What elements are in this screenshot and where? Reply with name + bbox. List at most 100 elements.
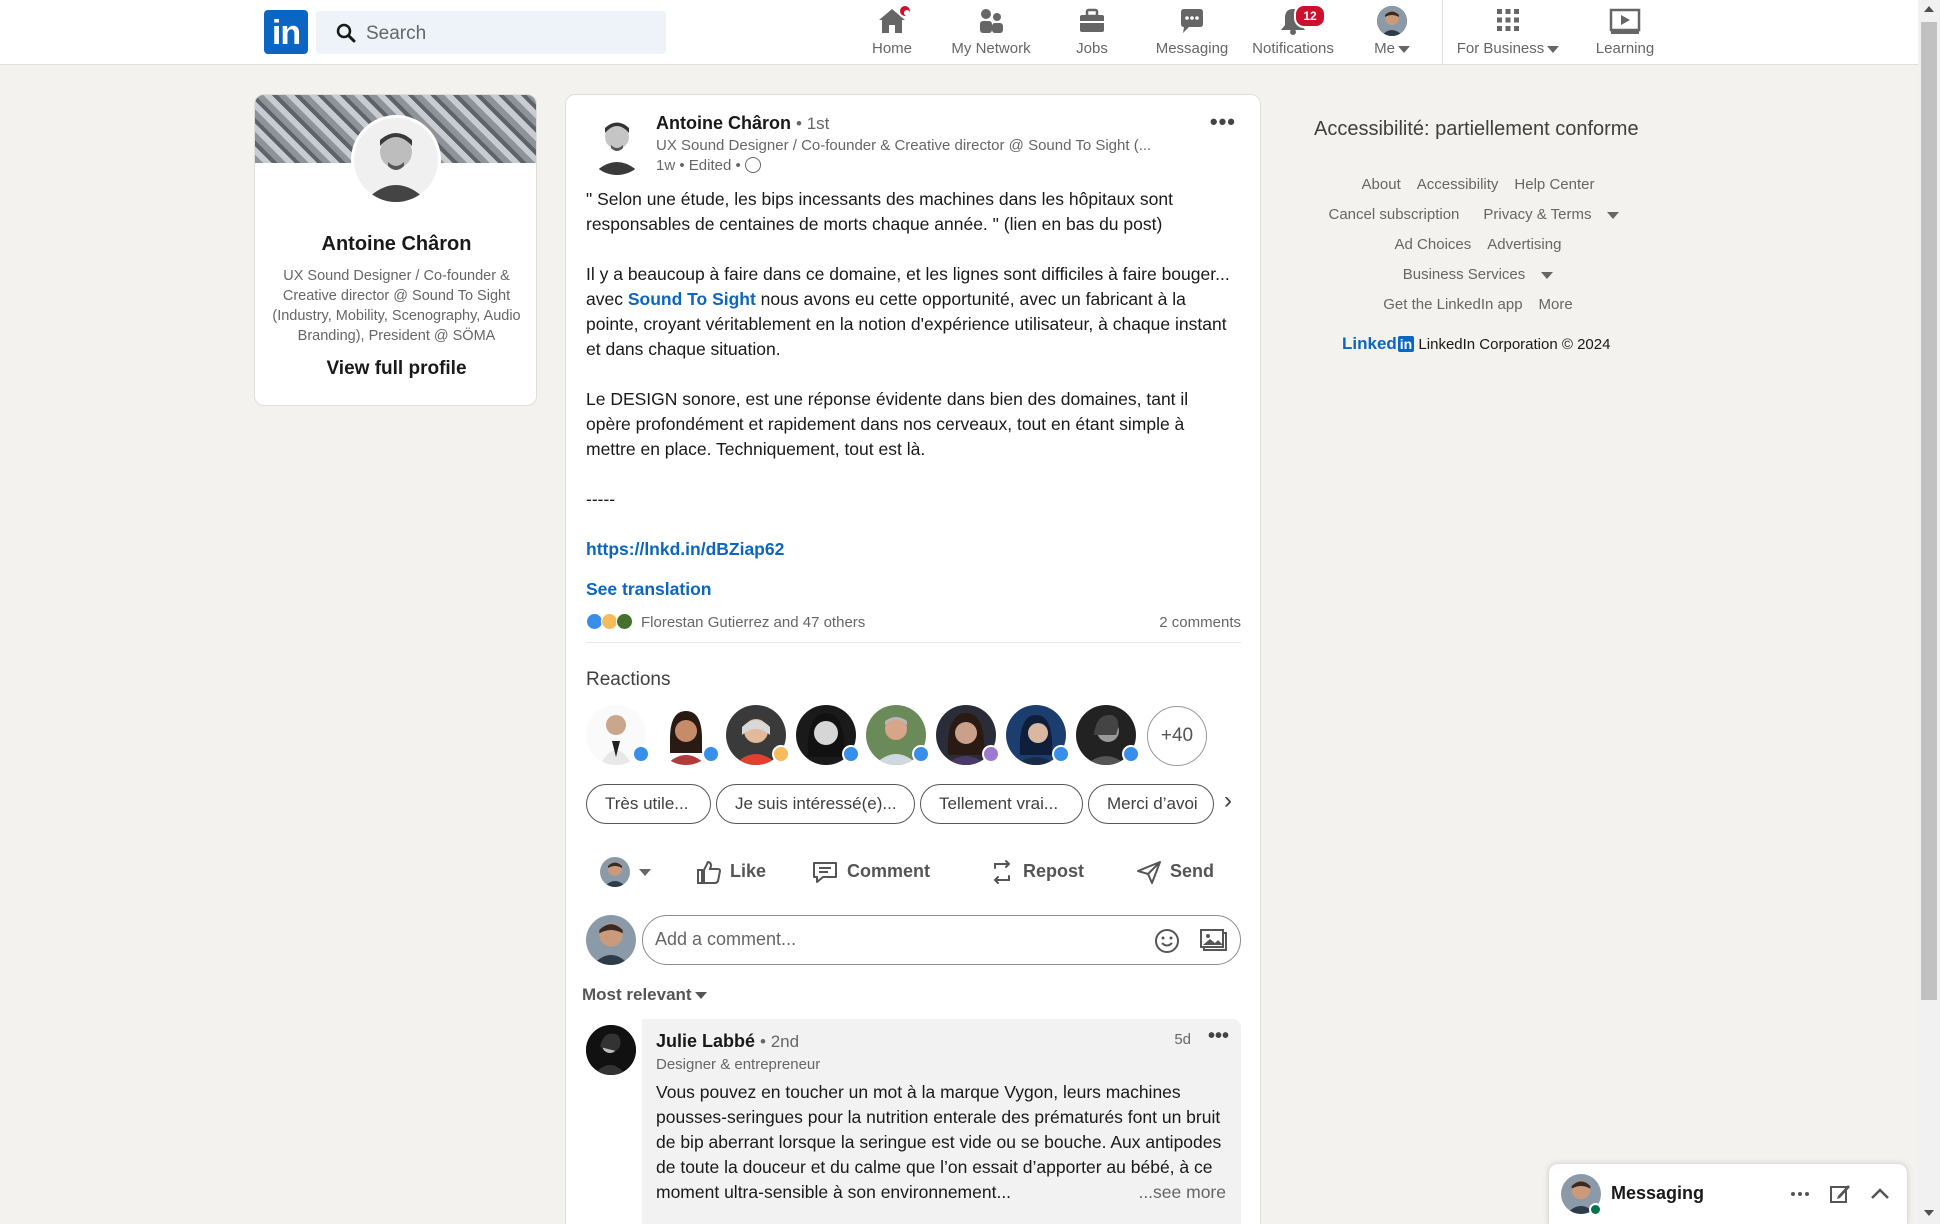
- add-comment-input[interactable]: Add a comment...: [642, 915, 1241, 965]
- nav-label: My Network: [951, 40, 1031, 57]
- linkedin-wordmark-logo: Linked in: [1342, 334, 1415, 353]
- footer-link-cancel-subscription[interactable]: Cancel subscription: [1329, 206, 1460, 223]
- post-paragraph: Il y a beaucoup à faire dans ce domaine,…: [586, 264, 1230, 359]
- emoji-icon[interactable]: [1154, 928, 1180, 954]
- send-icon: [1137, 861, 1161, 885]
- footer-link-privacy-terms[interactable]: Privacy & Terms: [1475, 206, 1627, 223]
- nav-label: For Business: [1456, 40, 1545, 57]
- post-card: Antoine Châron • 1st UX Sound Designer /…: [565, 94, 1261, 1224]
- nav-notifications[interactable]: 12 Notifications: [1250, 4, 1336, 60]
- profile-avatar[interactable]: [351, 115, 441, 205]
- nav-jobs[interactable]: Jobs: [1062, 6, 1122, 60]
- post-paragraph: " Selon une étude, les bips incessants d…: [586, 189, 1173, 234]
- top-navigation: in Search Home My Network Jobs Messaging…: [0, 0, 1918, 65]
- suggested-comment-chip[interactable]: Tellement vrai...: [920, 784, 1083, 824]
- commenter-avatar: [586, 915, 636, 965]
- comment-bubble: Julie Labbé • 2nd Designer & entrepreneu…: [642, 1019, 1241, 1224]
- nav-label: Home: [871, 40, 912, 57]
- chevron-down-icon: [1397, 45, 1410, 53]
- nav-label: Me: [1374, 40, 1395, 57]
- suggested-comment-chip[interactable]: Merci d’avoi: [1088, 784, 1214, 824]
- search-icon: [336, 23, 356, 43]
- see-more-link[interactable]: ...see more: [1138, 1180, 1226, 1205]
- see-translation-link[interactable]: See translation: [586, 579, 711, 600]
- reactions-heading: Reactions: [586, 669, 671, 690]
- scroll-down-arrow[interactable]: [1924, 1210, 1934, 1216]
- chevron-down-icon: [1547, 45, 1560, 53]
- comment-author-avatar[interactable]: [586, 1025, 636, 1075]
- connection-degree: • 2nd: [760, 1032, 800, 1051]
- comment-author-name[interactable]: Julie Labbé: [656, 1031, 755, 1051]
- suggested-comment-chip[interactable]: Très utile...: [586, 784, 711, 824]
- footer-link-ad-choices[interactable]: Ad Choices: [1395, 236, 1472, 253]
- footer-link-about[interactable]: About: [1362, 176, 1401, 193]
- briefcase-icon: [1080, 8, 1104, 32]
- like-button[interactable]: Like: [696, 845, 766, 897]
- image-icon[interactable]: [1200, 928, 1228, 954]
- comment-button[interactable]: Comment: [811, 845, 930, 897]
- view-full-profile-link[interactable]: View full profile: [255, 358, 536, 380]
- more-options-icon[interactable]: •••: [1210, 109, 1236, 135]
- comment-timestamp: 5d: [1174, 1031, 1191, 1048]
- footer-link-get-app[interactable]: Get the LinkedIn app: [1383, 296, 1522, 313]
- more-reactions-button[interactable]: +40: [1147, 706, 1207, 766]
- footer-link-accessibility[interactable]: Accessibility: [1417, 176, 1499, 193]
- scrollbar-thumb[interactable]: [1921, 22, 1937, 1000]
- chevron-down-icon[interactable]: [639, 869, 651, 876]
- chevron-down-icon: [1607, 211, 1620, 219]
- nav-for-business[interactable]: For Business: [1456, 6, 1560, 60]
- more-options-icon[interactable]: [1789, 1182, 1811, 1206]
- comments-count[interactable]: 2 comments: [1159, 614, 1241, 631]
- messaging-overlay[interactable]: Messaging: [1548, 1163, 1908, 1224]
- chevron-down-icon: [694, 992, 707, 1000]
- linkedin-logo[interactable]: in: [264, 10, 308, 54]
- reaction-icons[interactable]: [586, 613, 634, 634]
- search-placeholder: Search: [366, 23, 427, 44]
- nav-label: Notifications: [1252, 40, 1334, 57]
- footer-link-advertising[interactable]: Advertising: [1487, 236, 1561, 253]
- repost-icon: [993, 860, 1011, 885]
- messaging-label: Messaging: [1611, 1183, 1705, 1203]
- chevron-up-icon[interactable]: [1869, 1182, 1891, 1206]
- nav-my-network[interactable]: My Network: [946, 6, 1036, 60]
- nav-learning[interactable]: Learning: [1590, 6, 1660, 60]
- like-reaction-icon: [702, 745, 720, 763]
- profile-card: Antoine Châron UX Sound Designer / Co-fo…: [254, 94, 537, 406]
- send-button[interactable]: Send: [1136, 845, 1214, 897]
- scroll-up-arrow[interactable]: [1924, 6, 1934, 12]
- comment-icon: [813, 862, 837, 884]
- footer-link-business-services[interactable]: Business Services: [1395, 266, 1562, 283]
- comment-sort-dropdown[interactable]: Most relevant: [582, 985, 707, 1005]
- comment-placeholder: Add a comment...: [655, 929, 797, 949]
- connection-degree: • 1st: [796, 114, 830, 133]
- reacting-as-avatar[interactable]: [600, 857, 630, 887]
- nav-me[interactable]: Me: [1364, 6, 1420, 60]
- celebrate-reaction-icon: [982, 745, 1000, 763]
- nav-label: Messaging: [1155, 40, 1229, 57]
- footer-link-more[interactable]: More: [1539, 296, 1573, 313]
- nav-home[interactable]: Home: [862, 4, 922, 60]
- more-options-icon[interactable]: •••: [1208, 1025, 1229, 1048]
- learning-icon: [1609, 8, 1641, 34]
- reactions-summary[interactable]: Florestan Gutierrez and 47 others: [641, 614, 865, 631]
- post-author-name[interactable]: Antoine Châron: [656, 113, 791, 133]
- accessibility-statement[interactable]: Accessibilité: partiellement conforme: [1314, 118, 1639, 141]
- nav-messaging[interactable]: Messaging: [1152, 6, 1232, 60]
- repost-button[interactable]: Repost: [989, 845, 1084, 897]
- post-url-link[interactable]: https://lnkd.in/dBZiap62: [586, 539, 784, 559]
- compose-icon[interactable]: [1829, 1182, 1851, 1206]
- profile-name[interactable]: Antoine Châron: [255, 233, 536, 256]
- chat-icon: [1181, 9, 1203, 33]
- comment-text: Vous pouvez en toucher un mot à la marqu…: [656, 1080, 1226, 1205]
- company-mention-link[interactable]: Sound To Sight: [628, 289, 756, 309]
- post-author-avatar[interactable]: [586, 113, 648, 175]
- page-scrollbar[interactable]: [1918, 0, 1940, 1224]
- post-timestamp: 1w • Edited •: [656, 157, 741, 174]
- footer-link-help-center[interactable]: Help Center: [1514, 176, 1594, 193]
- post-text: " Selon une étude, les bips incessants d…: [586, 187, 1236, 587]
- search-input[interactable]: Search: [316, 11, 666, 54]
- globe-icon: [744, 157, 761, 173]
- suggested-comment-chip[interactable]: Je suis intéressé(e)...: [716, 784, 915, 824]
- insightful-reaction-icon: [772, 745, 790, 763]
- chevron-right-icon[interactable]: ›: [1224, 787, 1232, 815]
